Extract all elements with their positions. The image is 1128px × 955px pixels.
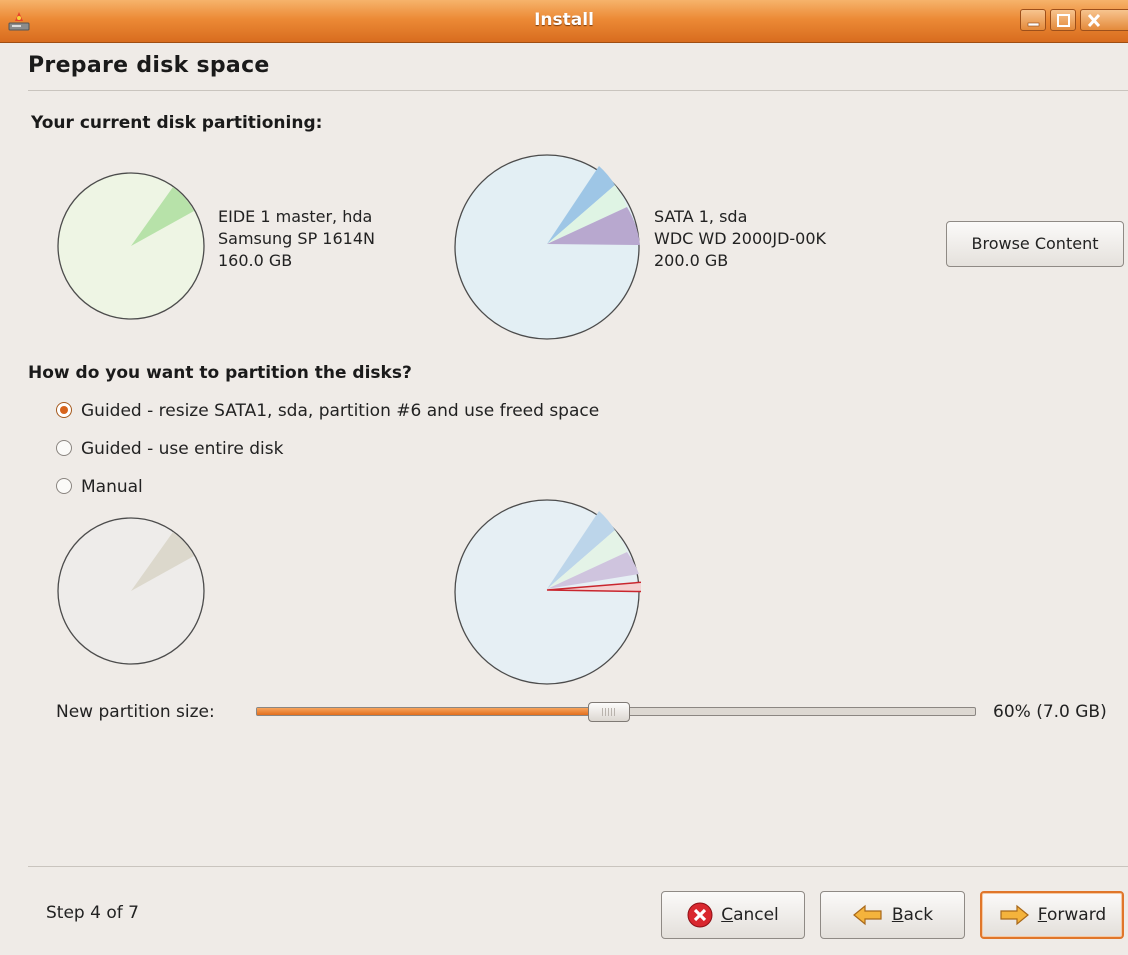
- partition-size-slider-fill: [257, 708, 610, 715]
- new-partition-size-label: New partition size:: [56, 702, 215, 722]
- disk-sda-info: SATA 1, sda WDC WD 2000JD-00K 200.0 GB: [654, 206, 826, 272]
- minimize-button[interactable]: [1020, 9, 1046, 31]
- back-button-label: Back: [891, 905, 934, 925]
- cancel-button-label: Cancel: [721, 905, 779, 925]
- header-divider: [28, 90, 1128, 91]
- window-title: Install: [534, 10, 594, 30]
- option-guided-resize-label: Guided - resize SATA1, sda, partition #6…: [81, 401, 600, 421]
- partition-size-slider-handle[interactable]: [587, 702, 630, 722]
- partition-question-heading: How do you want to partition the disks?: [28, 363, 412, 383]
- footer-divider: [28, 866, 1128, 867]
- disk-sda-size: 200.0 GB: [654, 251, 729, 270]
- option-guided-resize[interactable]: Guided - resize SATA1, sda, partition #6…: [56, 401, 599, 421]
- close-icon: [1087, 13, 1101, 28]
- page-title: Prepare disk space: [28, 53, 270, 78]
- step-indicator: Step 4 of 7: [46, 903, 139, 923]
- disk-hda-size: 160.0 GB: [218, 251, 293, 270]
- disk-hda-pie-chart: [57, 172, 205, 320]
- cancel-button[interactable]: Cancel: [661, 891, 805, 939]
- disk-hda-info: EIDE 1 master, hda Samsung SP 1614N 160.…: [218, 206, 375, 272]
- disk-hda-port: EIDE 1 master, hda: [218, 207, 373, 226]
- radio-guided-entire-disk[interactable]: [56, 440, 72, 456]
- window-titlebar: Install: [0, 0, 1128, 43]
- disk-hda-model: Samsung SP 1614N: [218, 229, 375, 248]
- disk-sda-port: SATA 1, sda: [654, 207, 748, 226]
- option-guided-entire-disk-label: Guided - use entire disk: [81, 439, 284, 459]
- forward-button-label: Forward: [1037, 905, 1107, 925]
- partition-size-value: 60% (7.0 GB): [993, 702, 1107, 722]
- cancel-icon: [687, 902, 713, 928]
- browse-content-button[interactable]: Browse Content: [946, 221, 1124, 267]
- option-guided-entire-disk[interactable]: Guided - use entire disk: [56, 439, 283, 459]
- current-partitioning-heading: Your current disk partitioning:: [31, 113, 323, 133]
- back-button[interactable]: Back: [820, 891, 965, 939]
- preview-hda-pie-chart: [57, 517, 205, 665]
- preview-sda-pie-chart: [454, 499, 641, 685]
- maximize-icon: [1057, 14, 1070, 27]
- disk-sda-model: WDC WD 2000JD-00K: [654, 229, 827, 248]
- maximize-button[interactable]: [1050, 9, 1076, 31]
- back-arrow-icon: [852, 904, 882, 926]
- option-manual-label: Manual: [81, 477, 143, 497]
- disk-sda-pie-chart: [454, 154, 640, 340]
- option-manual[interactable]: Manual: [56, 477, 143, 497]
- forward-button[interactable]: Forward: [980, 891, 1124, 939]
- close-window-button[interactable]: [1080, 9, 1128, 31]
- forward-arrow-icon: [1000, 904, 1029, 926]
- radio-guided-resize[interactable]: [56, 402, 72, 418]
- minimize-icon: [1027, 22, 1040, 27]
- radio-manual[interactable]: [56, 478, 72, 494]
